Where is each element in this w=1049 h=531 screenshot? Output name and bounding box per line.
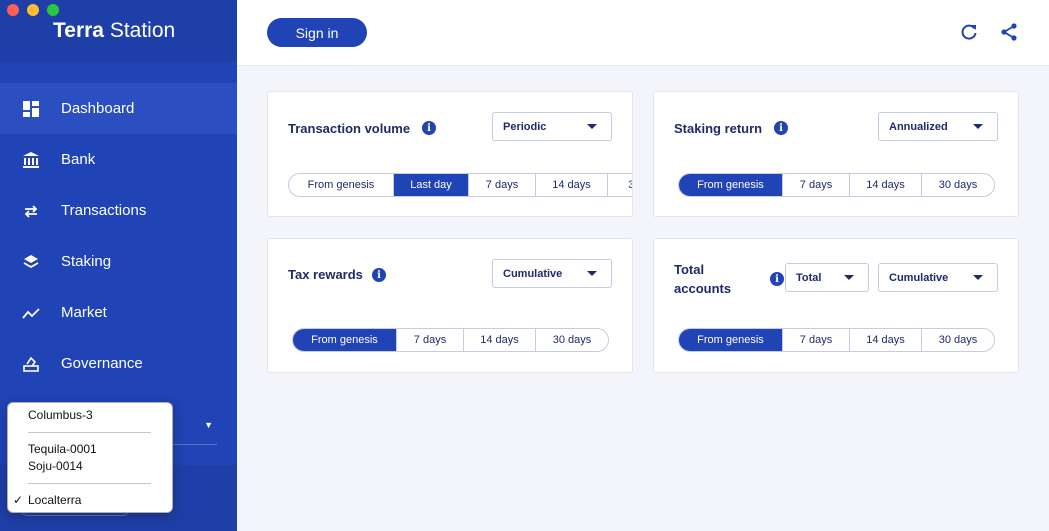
- range-tabs: From genesis 7 days 14 days 30 days: [678, 328, 995, 352]
- cumulative-select[interactable]: Cumulative: [878, 263, 998, 292]
- range-tab-14-days[interactable]: 14 days: [850, 174, 922, 196]
- sidebar-item-governance[interactable]: Governance: [0, 338, 237, 389]
- card-title-line: Total: [674, 262, 705, 277]
- sidebar-item-market[interactable]: Market: [0, 287, 237, 338]
- range-tab-7-days[interactable]: 7 days: [783, 174, 850, 196]
- maximize-window-button[interactable]: [47, 4, 59, 16]
- range-tab-30-days[interactable]: 30 days: [536, 329, 608, 351]
- refresh-icon[interactable]: [959, 22, 979, 42]
- chevron-down-icon: [844, 275, 854, 280]
- range-tab-7-days[interactable]: 7 days: [783, 329, 850, 351]
- select-value: Annualized: [889, 120, 948, 133]
- staking-return-card: Staking return i Annualized From genesis…: [653, 91, 1019, 217]
- checkmark-icon: ✓: [13, 493, 24, 507]
- range-tab-14-days[interactable]: 14 days: [464, 329, 536, 351]
- range-tab-from-genesis[interactable]: From genesis: [293, 329, 397, 351]
- sign-in-button[interactable]: Sign in: [267, 18, 367, 47]
- sidebar-item-dashboard[interactable]: Dashboard: [0, 83, 237, 134]
- divider: [28, 483, 151, 484]
- chevron-down-icon: [973, 124, 983, 129]
- close-window-button[interactable]: [7, 4, 19, 16]
- transactions-icon: [22, 202, 40, 220]
- periodic-select[interactable]: Periodic: [492, 112, 612, 141]
- select-value: Cumulative: [503, 267, 563, 280]
- range-tab-30-days[interactable]: 30 days: [922, 329, 994, 351]
- range-tab-from-genesis[interactable]: From genesis: [679, 174, 783, 196]
- sidebar-item-label: Market: [61, 304, 107, 321]
- divider: [28, 432, 151, 433]
- range-tab-last-day[interactable]: Last day: [394, 174, 469, 196]
- card-title: Total accounts: [674, 260, 731, 298]
- app-logo[interactable]: Terra Station: [53, 19, 175, 43]
- total-accounts-card: Total accounts i Total Cumulative From g…: [653, 238, 1019, 373]
- staking-icon: [22, 253, 40, 271]
- network-option-soju[interactable]: Soju-0014: [28, 459, 83, 473]
- total-select[interactable]: Total: [785, 263, 869, 292]
- range-tabs: From genesis 7 days 14 days 30 days: [678, 173, 995, 197]
- range-tab-from-genesis[interactable]: From genesis: [289, 174, 394, 196]
- range-tab-14-days[interactable]: 14 days: [536, 174, 608, 196]
- range-tabs: From genesis 7 days 14 days 30 days: [292, 328, 609, 352]
- sidebar-item-label: Dashboard: [61, 100, 135, 117]
- range-tab-7-days[interactable]: 7 days: [397, 329, 464, 351]
- sidebar-item-transactions[interactable]: Transactions: [0, 185, 237, 236]
- transaction-volume-card: Transaction volume i Periodic From genes…: [267, 91, 633, 217]
- sidebar-item-label: Bank: [61, 151, 96, 168]
- info-icon[interactable]: i: [774, 121, 788, 135]
- range-tab-30-days[interactable]: 30 days: [608, 174, 632, 196]
- cumulative-select[interactable]: Cumulative: [492, 259, 612, 288]
- card-title: Transaction volume: [288, 121, 411, 136]
- sidebar-item-staking[interactable]: Staking: [0, 236, 237, 287]
- sidebar-item-label: Transactions: [61, 202, 147, 219]
- top-bar: Sign in: [237, 0, 1049, 66]
- sidebar-item-label: Governance: [61, 355, 143, 372]
- sidebar-item-bank[interactable]: Bank: [0, 134, 237, 185]
- range-tab-14-days[interactable]: 14 days: [850, 329, 922, 351]
- sidebar-item-label: Staking: [61, 253, 112, 270]
- chevron-down-icon: [973, 275, 983, 280]
- chevron-down-icon: [587, 271, 597, 276]
- range-tab-30-days[interactable]: 30 days: [922, 174, 994, 196]
- window-controls: [7, 4, 59, 16]
- network-option-localterra[interactable]: ✓ Localterra: [13, 493, 82, 507]
- network-option-columbus[interactable]: Columbus-3: [28, 408, 93, 422]
- chevron-down-icon: ▼: [204, 420, 213, 430]
- info-icon[interactable]: i: [422, 121, 436, 135]
- annualized-select[interactable]: Annualized: [878, 112, 998, 141]
- card-title-line: accounts: [674, 281, 732, 296]
- select-value: Periodic: [503, 120, 547, 133]
- brand-header: Terra Station: [0, 0, 237, 62]
- network-option-label: Localterra: [28, 493, 82, 507]
- card-title: Staking return: [674, 121, 763, 136]
- range-tab-from-genesis[interactable]: From genesis: [679, 329, 783, 351]
- select-value: Cumulative: [889, 271, 949, 284]
- range-tabs: From genesis Last day 7 days 14 days 30 …: [288, 173, 632, 197]
- chevron-down-icon: [587, 124, 597, 129]
- card-title: Tax rewards: [288, 267, 363, 282]
- info-icon[interactable]: i: [372, 268, 386, 282]
- select-value: Total: [796, 271, 822, 284]
- sidebar-nav: Dashboard Bank Transactions Staking Mark…: [0, 83, 237, 389]
- range-tabs-wrapper: From genesis Last day 7 days 14 days 30 …: [288, 173, 632, 199]
- network-dropdown: Columbus-3 Tequila-0001 Soju-0014 ✓ Loca…: [7, 402, 173, 513]
- info-icon[interactable]: i: [770, 272, 784, 286]
- bank-icon: [22, 151, 40, 169]
- range-tab-7-days[interactable]: 7 days: [469, 174, 536, 196]
- tax-rewards-card: Tax rewards i Cumulative From genesis 7 …: [267, 238, 633, 373]
- minimize-window-button[interactable]: [27, 4, 39, 16]
- network-option-tequila[interactable]: Tequila-0001: [28, 442, 97, 456]
- share-icon[interactable]: [999, 22, 1019, 42]
- network-select[interactable]: ▼: [170, 405, 217, 445]
- governance-icon: [22, 355, 40, 373]
- dashboard-icon: [22, 100, 40, 118]
- market-icon: [22, 304, 40, 322]
